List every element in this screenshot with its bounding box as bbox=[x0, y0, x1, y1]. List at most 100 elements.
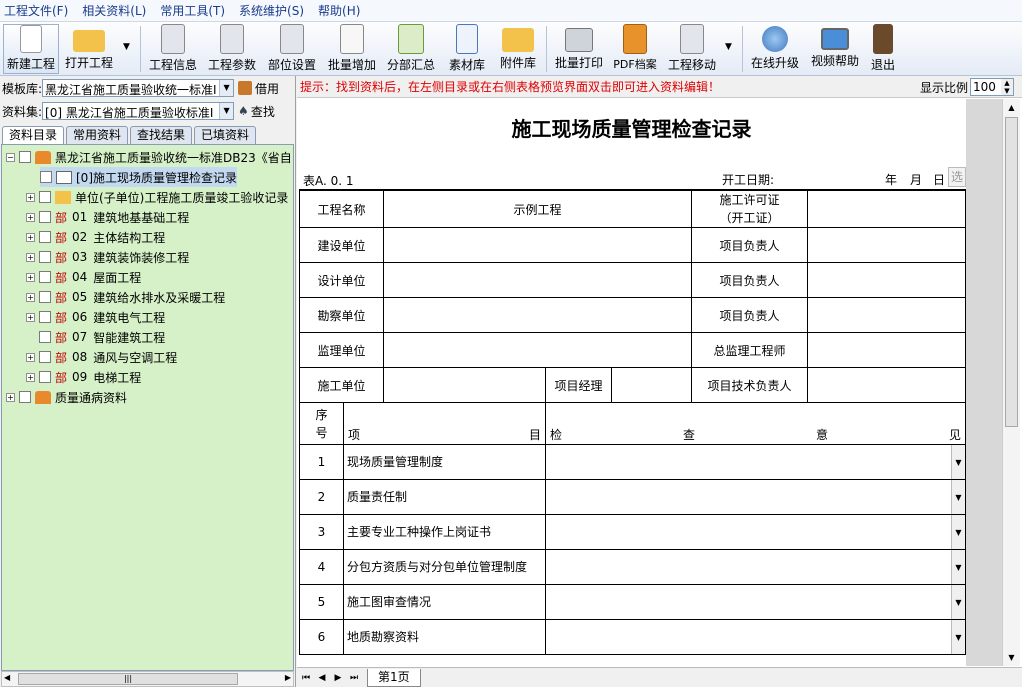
row-value[interactable] bbox=[383, 297, 692, 333]
tree-item-record[interactable]: [0]施工现场质量管理检查记录 bbox=[40, 167, 237, 187]
tree-checkbox[interactable] bbox=[39, 371, 51, 383]
expand-icon[interactable]: + bbox=[26, 232, 35, 242]
chevron-down-icon[interactable]: ▼ bbox=[951, 445, 965, 479]
expand-icon[interactable]: + bbox=[26, 252, 35, 262]
item-opinion[interactable]: ▼ bbox=[545, 514, 966, 550]
chevron-down-icon[interactable]: ▼ bbox=[219, 80, 234, 96]
item-opinion[interactable]: ▼ bbox=[545, 584, 966, 620]
online-upgrade-button[interactable]: 在线升级 bbox=[748, 24, 802, 74]
project-move-button[interactable]: 工程移动 bbox=[664, 24, 720, 74]
tree-item-unit[interactable]: + 单位(子单位)工程施工质量竣工验收记录 bbox=[26, 187, 288, 207]
expand-icon[interactable]: + bbox=[26, 292, 35, 302]
borrow-button[interactable]: 借用 bbox=[255, 80, 279, 97]
tree-checkbox[interactable] bbox=[39, 271, 51, 283]
row-right-value[interactable] bbox=[807, 262, 966, 298]
project-manager-value[interactable] bbox=[611, 367, 692, 403]
project-params-button[interactable]: 工程参数 bbox=[204, 24, 260, 74]
item-opinion[interactable]: ▼ bbox=[545, 479, 966, 515]
chevron-down-icon[interactable]: ▼ bbox=[951, 480, 965, 514]
item-opinion[interactable]: ▼ bbox=[545, 549, 966, 585]
menu-tools[interactable]: 常用工具(T) bbox=[160, 2, 225, 19]
tree-item-section[interactable]: + 部 03 建筑装饰装修工程 bbox=[26, 247, 189, 267]
new-project-button[interactable]: 新建工程 bbox=[3, 24, 59, 74]
expand-icon[interactable]: + bbox=[26, 312, 35, 322]
expand-icon[interactable]: + bbox=[26, 192, 35, 202]
chevron-down-icon[interactable]: ▼ bbox=[951, 585, 965, 619]
tree-item-section[interactable]: + 部 04 屋面工程 bbox=[26, 267, 141, 287]
scroll-down-icon[interactable]: ▼ bbox=[1004, 650, 1019, 665]
scroll-up-icon[interactable]: ▲ bbox=[1004, 100, 1019, 115]
tree-checkbox[interactable] bbox=[39, 231, 51, 243]
spinner-arrows-icon[interactable]: ▲ ▼ bbox=[1001, 79, 1013, 95]
first-sheet-icon[interactable]: ⏮ bbox=[299, 671, 313, 685]
row-value[interactable] bbox=[383, 332, 692, 368]
tech-lead-value[interactable] bbox=[807, 367, 966, 403]
row-right-value[interactable] bbox=[807, 227, 966, 263]
item-opinion[interactable]: ▼ bbox=[545, 444, 966, 480]
tree-item-quality[interactable]: + 质量通病资料 bbox=[6, 387, 127, 407]
row-value[interactable] bbox=[383, 227, 692, 263]
tree-item-section[interactable]: + 部 09 电梯工程 bbox=[26, 367, 141, 387]
expand-icon[interactable]: + bbox=[6, 392, 15, 402]
menu-project-file[interactable]: 工程文件(F) bbox=[4, 2, 68, 19]
chevron-down-icon[interactable]: ▼ bbox=[219, 103, 234, 119]
tree-checkbox[interactable] bbox=[39, 351, 51, 363]
batch-print-button[interactable]: 批量打印 bbox=[552, 24, 606, 74]
date-select-button[interactable]: 选 bbox=[948, 167, 966, 187]
tree-item-section[interactable]: 部 07 智能建筑工程 bbox=[39, 327, 165, 347]
tree-horizontal-scrollbar[interactable]: ◀ ||| ▶ bbox=[1, 671, 294, 687]
tree-item-section[interactable]: + 部 01 建筑地基基础工程 bbox=[26, 207, 189, 227]
prev-sheet-icon[interactable]: ◀ bbox=[315, 671, 329, 685]
tree-item-section[interactable]: + 部 08 通风与空调工程 bbox=[26, 347, 177, 367]
sheet-tab-page-1[interactable]: 第1页 bbox=[367, 668, 421, 687]
chevron-down-icon[interactable]: ▼ bbox=[951, 515, 965, 549]
tab-catalog[interactable]: 资料目录 bbox=[2, 126, 65, 144]
construction-unit-value[interactable] bbox=[383, 367, 546, 403]
item-opinion[interactable]: ▼ bbox=[545, 619, 966, 655]
tree-item-section[interactable]: + 部 05 建筑给水排水及采暖工程 bbox=[26, 287, 225, 307]
expand-icon[interactable]: + bbox=[26, 372, 35, 382]
expand-icon[interactable]: + bbox=[26, 352, 35, 362]
batch-add-button[interactable]: 批量增加 bbox=[324, 24, 380, 74]
open-project-button[interactable]: 打开工程 bbox=[62, 24, 116, 74]
scroll-thumb[interactable]: ||| bbox=[18, 673, 238, 685]
next-sheet-icon[interactable]: ▶ bbox=[331, 671, 345, 685]
expand-icon[interactable]: + bbox=[26, 272, 35, 282]
open-dropdown-arrow-icon[interactable]: ▼ bbox=[123, 42, 130, 52]
template-select[interactable]: 黑龙江省施工质量验收统一标准I ▼ bbox=[42, 79, 235, 97]
row-right-value[interactable] bbox=[807, 297, 966, 333]
collapse-icon[interactable]: − bbox=[6, 152, 15, 162]
menu-related-docs[interactable]: 相关资料(L) bbox=[82, 2, 146, 19]
menu-help[interactable]: 帮助(H) bbox=[318, 2, 360, 19]
tab-filled[interactable]: 已填资料 bbox=[194, 126, 257, 144]
part-settings-button[interactable]: 部位设置 bbox=[264, 24, 320, 74]
tree-checkbox[interactable] bbox=[39, 211, 51, 223]
video-help-button[interactable]: 视频帮助 bbox=[808, 24, 862, 74]
tree-checkbox[interactable] bbox=[39, 331, 51, 343]
pdf-archive-button[interactable]: PDF档案 bbox=[612, 24, 658, 74]
chevron-down-icon[interactable]: ▼ bbox=[951, 620, 965, 654]
material-lib-button[interactable]: 素材库 bbox=[444, 24, 490, 74]
tree-root[interactable]: − 黑龙江省施工质量验收统一标准DB23《省自良 bbox=[6, 147, 293, 167]
row-right-value[interactable] bbox=[807, 332, 966, 368]
part-summary-button[interactable]: 分部汇总 bbox=[384, 24, 438, 74]
tree-checkbox[interactable] bbox=[40, 171, 52, 183]
project-name-value[interactable]: 示例工程 bbox=[383, 189, 692, 228]
project-info-button[interactable]: 工程信息 bbox=[146, 24, 200, 74]
search-button[interactable]: 查找 bbox=[251, 103, 275, 120]
expand-icon[interactable]: + bbox=[26, 212, 35, 222]
exit-button[interactable]: 退出 bbox=[866, 24, 900, 74]
tab-common[interactable]: 常用资料 bbox=[66, 126, 129, 144]
dataset-select[interactable]: [0] 黑龙江省施工质量验收标准I ▼ bbox=[42, 102, 235, 120]
tree-item-section[interactable]: + 部 06 建筑电气工程 bbox=[26, 307, 165, 327]
tree-checkbox[interactable] bbox=[39, 311, 51, 323]
last-sheet-icon[interactable]: ⏭ bbox=[347, 671, 361, 685]
zoom-spinner[interactable]: 100 ▲ ▼ bbox=[970, 78, 1014, 96]
scroll-thumb[interactable] bbox=[1005, 117, 1018, 427]
menu-system[interactable]: 系统维护(S) bbox=[239, 2, 304, 19]
permit-value[interactable] bbox=[807, 189, 966, 228]
tab-search-results[interactable]: 查找结果 bbox=[130, 126, 193, 144]
tree-checkbox[interactable] bbox=[39, 291, 51, 303]
tree-checkbox[interactable] bbox=[19, 151, 31, 163]
preview-vertical-scrollbar[interactable]: ▲ ▼ bbox=[1002, 99, 1020, 666]
